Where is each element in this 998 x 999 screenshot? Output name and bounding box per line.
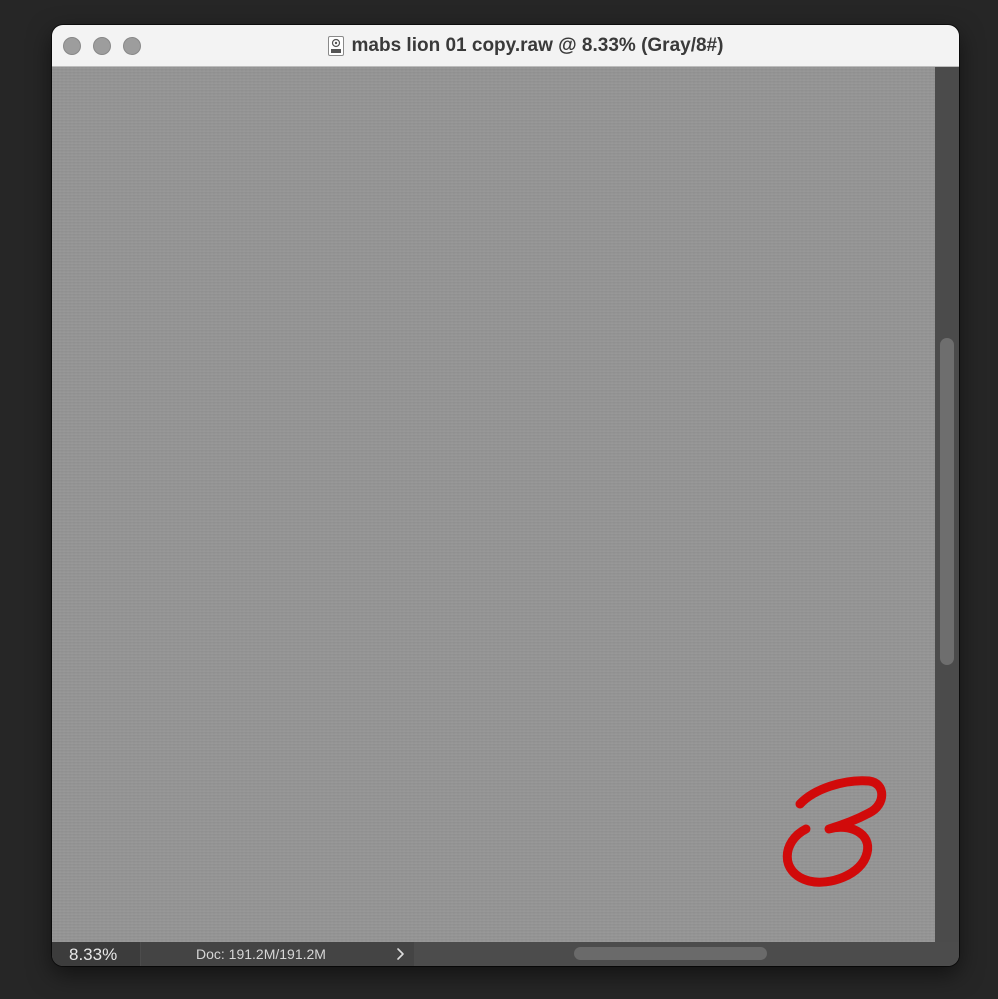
chevron-right-icon[interactable] <box>394 947 406 961</box>
image-canvas[interactable] <box>52 67 935 942</box>
horizontal-scroll-thumb[interactable] <box>574 947 767 960</box>
zoom-level-field[interactable]: 8.33% <box>52 942 140 966</box>
window-title: mabs lion 01 copy.raw @ 8.33% (Gray/8#) <box>351 35 724 56</box>
vertical-scroll-thumb[interactable] <box>940 338 954 665</box>
scroll-corner <box>935 942 959 966</box>
title-bar[interactable]: mabs lion 01 copy.raw @ 8.33% (Gray/8#) <box>52 25 959 67</box>
document-size-label: Doc: 191.2M/191.2M <box>196 946 326 962</box>
annotation-number-3 <box>782 776 887 887</box>
status-bar: 8.33% Doc: 191.2M/191.2M <box>52 942 959 966</box>
document-info-button[interactable]: Doc: 191.2M/191.2M <box>141 942 414 966</box>
raw-file-icon <box>327 36 344 56</box>
horizontal-scrollbar[interactable] <box>415 942 935 966</box>
desktop: mabs lion 01 copy.raw @ 8.33% (Gray/8#) … <box>0 0 998 999</box>
vertical-scrollbar[interactable] <box>935 67 959 942</box>
document-window: mabs lion 01 copy.raw @ 8.33% (Gray/8#) … <box>52 25 959 966</box>
title-group: mabs lion 01 copy.raw @ 8.33% (Gray/8#) <box>52 25 959 67</box>
